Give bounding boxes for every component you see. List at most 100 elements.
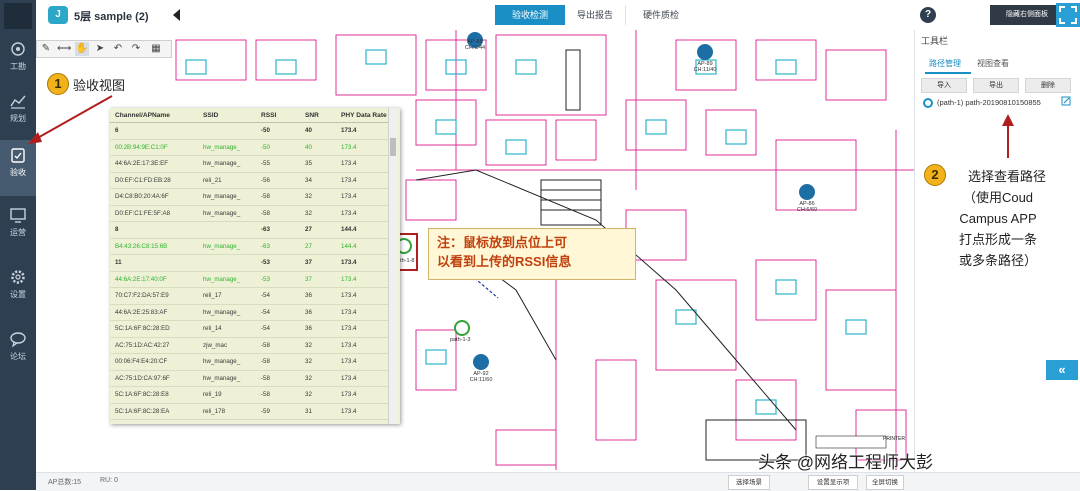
fullscreen-icon[interactable] (1056, 3, 1080, 27)
table-cell: 11 (110, 254, 198, 272)
sidebar-item-operations[interactable]: 运营 (0, 200, 36, 256)
table-cell (198, 221, 256, 239)
table-cell: 35 (300, 155, 336, 173)
table-cell: 31 (300, 403, 336, 420)
table-cell: hw_manage_ (198, 370, 256, 387)
pencil-icon[interactable]: ✎ (39, 42, 53, 56)
table-cell: D0:EF:C1:FD:EB:28 (110, 172, 198, 189)
ruler-icon[interactable]: ⟷ (57, 42, 71, 56)
table-row[interactable]: 6 -50 40 173.4 (110, 122, 390, 140)
table-cell: -50 (256, 122, 300, 140)
table-row[interactable]: 70:C7:F2:DA:57:E9 reli_17 -54 36 173.4 (110, 287, 390, 305)
table-row[interactable]: 44:6A:2E:17:40:0F hw_manage_ -53 37 173.4 (110, 271, 390, 288)
table-row[interactable]: 00:06:F4:E4:20:CF hw_manage_ -58 32 173.4 (110, 353, 390, 371)
table-cell: 40 (300, 139, 336, 156)
table-cell: reli_17 (198, 287, 256, 305)
table-cell: hw_manage_ (198, 155, 256, 173)
table-cell: 44:6A:2E:25:83:AF (110, 304, 198, 321)
table-cell: 36 (300, 304, 336, 321)
path-point-1-3[interactable] (454, 320, 470, 336)
scrollbar-thumb[interactable] (390, 138, 396, 156)
tab-hardware-qc[interactable]: 硬件质检 (625, 5, 696, 25)
table-row[interactable]: D0:EF:C1:FD:EB:28 reli_21 -56 34 173.4 (110, 172, 390, 189)
hide-right-panel-button[interactable]: 隐藏右侧面板 (990, 5, 1064, 25)
table-cell: AC:75:1D:AC:42:27 (110, 337, 198, 354)
sidebar-item-label: 工勘 (10, 62, 26, 71)
undo-icon[interactable]: ↶ (111, 42, 125, 56)
table-cell: 173.4 (336, 139, 390, 156)
sidebar-item-forum[interactable]: 论坛 (0, 324, 36, 380)
table-cell: 36 (300, 320, 336, 338)
table-cell: reli_21 (198, 172, 256, 189)
sidebar-item-settings[interactable]: 设置 (0, 262, 36, 318)
table-row[interactable]: 44:6A:2E:17:3E:EF hw_manage_ -55 35 173.4 (110, 155, 390, 173)
table-cell: 173.4 (336, 337, 390, 354)
table-row[interactable]: 5C:1A:6F:8C:28:EA reli_178 -59 31 173.4 (110, 403, 390, 420)
ru-count: RU: 0 (100, 477, 118, 484)
table-row[interactable]: 5C:1A:6F:8C:28:E8 reli_19 -58 32 173.4 (110, 386, 390, 404)
gear-icon (11, 270, 25, 284)
export-button[interactable]: 导出 (973, 78, 1019, 93)
sidebar-item-survey[interactable]: 工勘 (0, 34, 36, 90)
table-cell: reli_14 (198, 320, 256, 338)
table-row[interactable]: 5C:1A:6F:8C:28:ED reli_14 -54 36 173.4 (110, 320, 390, 338)
table-cell: -63 (256, 221, 300, 239)
tab-view[interactable]: 视图查看 (977, 58, 1009, 69)
table-cell: AC:75:1D:CA:97:6F (110, 370, 198, 387)
table-cell: 34 (300, 172, 336, 189)
sidebar-item-label: 运营 (10, 228, 26, 237)
grid-icon[interactable]: ▦ (149, 42, 163, 56)
path-list-item[interactable]: (path-1) path-20190810150855 (923, 98, 1041, 109)
table-scrollbar[interactable] (388, 108, 397, 424)
ap-channel: CH:1/44 (464, 45, 486, 51)
help-button[interactable]: ? (920, 7, 936, 23)
sidebar: 工勘 规划 验收 运营 设置 论坛 (0, 0, 36, 490)
table-cell: 37 (300, 271, 336, 288)
table-row[interactable]: 8 -63 27 144.4 (110, 221, 390, 239)
tab-acceptance-test[interactable]: 验收检测 (495, 5, 565, 25)
delete-button[interactable]: 删除 (1025, 78, 1071, 93)
table-row[interactable]: 44:6A:2E:25:83:AF hw_manage_ -54 36 173.4 (110, 304, 390, 321)
ap-marker-86[interactable] (799, 184, 815, 200)
panel-title: 工具栏 (921, 36, 949, 46)
rssi-note-callout: 注：鼠标放到点位上可 以看到上传的RSSI信息 (428, 228, 636, 280)
tab-export-report[interactable]: 导出报告 (565, 5, 625, 25)
table-cell: 144.4 (336, 238, 390, 255)
table-cell: 173.4 (336, 370, 390, 387)
select-scene-button[interactable]: 选择场景 (728, 475, 770, 490)
hand-icon[interactable]: ✋ (75, 42, 89, 56)
ap-92-label: AP-92 CH:11/60 (461, 371, 501, 383)
table-cell: -58 (256, 386, 300, 404)
table-row[interactable]: D0:EF:C1:FE:5F:A8 hw_manage_ -58 32 173.4 (110, 205, 390, 222)
ap-marker-92[interactable] (473, 354, 489, 370)
collapse-panel-button[interactable]: « (1046, 360, 1078, 380)
display-settings-button[interactable]: 设置显示项 (808, 475, 858, 490)
ap-86-label: AP-86 CH:6/60 (787, 201, 827, 213)
watermark: 头条 @网络工程师大彭 (758, 453, 933, 472)
drawing-toolbar: ✎ ⟷ ✋ ➤ ↶ ↷ ▦ (36, 40, 172, 58)
fullscreen-toggle-button[interactable]: 全屏切换 (866, 475, 904, 490)
printer-label: PRINTER (883, 436, 905, 442)
table-row[interactable]: 00:2B:94:9E:C1:0F hw_manage_ -50 40 173.4 (110, 139, 390, 156)
table-cell: -50 (256, 139, 300, 156)
table-cell: 6 (110, 122, 198, 140)
edit-icon[interactable] (1061, 96, 1071, 106)
pointer-icon[interactable]: ➤ (93, 42, 107, 56)
table-row[interactable]: 11 -53 37 173.4 (110, 254, 390, 272)
ap-channel: CH:11/60 (469, 377, 493, 383)
table-cell (198, 122, 256, 140)
table-row[interactable]: 5C:1A:6F:8D:89:C8hw_manage_-6327173.4 (110, 419, 390, 424)
import-button[interactable]: 导入 (921, 78, 967, 93)
table-cell: 173.4 (336, 353, 390, 371)
table-row[interactable]: AC:75:1D:AC:42:27 zjw_mac -58 32 173.4 (110, 337, 390, 354)
ap-marker-89[interactable] (697, 44, 713, 60)
table-row[interactable]: D4:C8:B0:20:4A:6F hw_manage_ -58 32 173.4 (110, 188, 390, 206)
radio-selected-icon[interactable] (923, 98, 933, 109)
redo-icon[interactable]: ↷ (129, 42, 143, 56)
table-row[interactable]: B4:43:26:C8:15:6B hw_manage_ -63 27 144.4 (110, 238, 390, 255)
tab-path-management[interactable]: 路径管理 (929, 58, 961, 69)
table-cell: 173.4 (336, 403, 390, 420)
column-header: PHY Data Rate (336, 108, 390, 123)
collapse-left-icon[interactable] (173, 9, 180, 21)
table-row[interactable]: AC:75:1D:CA:97:6F hw_manage_ -58 32 173.4 (110, 370, 390, 387)
